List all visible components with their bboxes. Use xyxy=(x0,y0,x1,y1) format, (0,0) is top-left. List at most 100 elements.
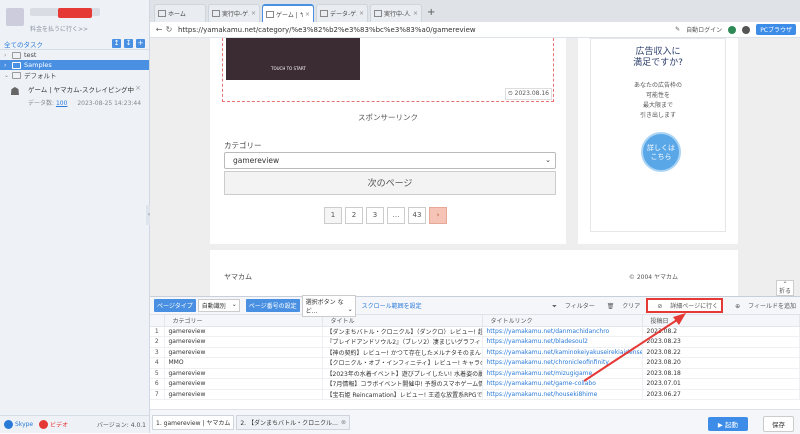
page-3[interactable]: 3 xyxy=(366,207,384,224)
cell-category[interactable]: gamereview xyxy=(164,326,323,337)
tab-running-1[interactable]: 実行中-ゲ…× xyxy=(208,4,260,22)
upload-icon[interactable]: ↥ xyxy=(112,39,121,48)
tree-item-default[interactable]: ⌄ デフォルト xyxy=(0,70,149,80)
table-row[interactable]: 7 gamereview 【宝石姫 Reincarnation】レビュー! 王道な放… xyxy=(150,389,800,400)
cell-link[interactable]: https://yamakamu.net/chronicleofinfinity xyxy=(482,357,643,369)
ad-cta-button[interactable]: 詳しくは こちら xyxy=(641,132,681,172)
reload-icon[interactable]: ↻ xyxy=(164,25,174,34)
edit-icon[interactable]: ✎ xyxy=(675,26,680,33)
extension-icon[interactable] xyxy=(728,25,737,34)
video-icon[interactable] xyxy=(39,420,49,429)
close-icon[interactable]: × xyxy=(359,10,364,17)
detail-page-button[interactable]: ⊘ 詳細ページに行く xyxy=(646,298,724,313)
chevron-right-icon[interactable]: › xyxy=(4,62,12,69)
page-tab-1[interactable]: 1. gamereview | ヤマカム xyxy=(152,414,235,430)
avatar[interactable] xyxy=(6,8,24,26)
cell-date[interactable]: 2023.08.20 xyxy=(642,357,800,369)
ad-banner[interactable]: 広告収入に 満足ですか? あなたの広告枠の 可能性を 最大限まで 引き出します … xyxy=(590,38,726,232)
all-tasks-label[interactable]: 全てのタスク xyxy=(4,39,109,49)
cell-link[interactable]: https://yamakamu.net/houseki8hime xyxy=(482,389,643,400)
cell-link[interactable]: https://yamakamu.net/kaminokeiyakuseirek… xyxy=(482,347,643,358)
tab-running-2[interactable]: 実行中-人…× xyxy=(370,4,422,22)
cell-category[interactable]: gamereview xyxy=(164,347,323,358)
next-page-button[interactable]: 次のページ xyxy=(224,171,556,195)
fold-button[interactable]: ⌃ 折る xyxy=(776,280,794,296)
column-header[interactable]: タイトル xyxy=(322,315,483,327)
table-row[interactable]: 5gamereview【2023年の水着イベント】遊びプレイしたい! 水着姿の麗… xyxy=(150,368,800,379)
tab-game[interactable]: ゲーム | ヤ…× xyxy=(262,4,314,22)
cell-category[interactable]: MMO xyxy=(164,357,323,369)
close-icon[interactable]: × xyxy=(135,84,141,92)
cell-date[interactable]: 2023.07.01 xyxy=(642,378,800,390)
page-2[interactable]: 2 xyxy=(345,207,363,224)
page-number-select[interactable]: 選択ボタン など… ⌄ xyxy=(301,294,356,317)
column-header[interactable]: タイトルリンク xyxy=(482,315,643,327)
article-thumbnail[interactable]: TOUCH TO START xyxy=(226,38,360,80)
cell-title[interactable]: 【2023年の水着イベント】遊びプレイしたい! 水着姿の麗少女が… xyxy=(322,368,483,379)
data-count-link[interactable]: 100 xyxy=(56,100,67,107)
cell-link[interactable]: https://yamakamu.net/danmachidanchro xyxy=(482,326,643,337)
tab-home[interactable]: ホーム xyxy=(154,4,206,22)
new-tab-button[interactable]: + xyxy=(427,7,435,18)
table-row[interactable]: 1gamereview【ダンまちバトル・クロニクル】（ダンクロ）レビュー! 超絶… xyxy=(150,326,800,337)
cell-category[interactable]: gamereview xyxy=(164,378,323,390)
column-header[interactable]: 投稿日 xyxy=(642,315,800,327)
pc-browser-button[interactable]: PCブラウザ xyxy=(756,24,796,35)
category-select[interactable]: gamereview ⌄ xyxy=(224,152,556,169)
auto-login-button[interactable]: 自動ログイン xyxy=(686,25,722,34)
cell-date[interactable]: 2023.08.18 xyxy=(642,368,800,379)
clear-button[interactable]: 🗑 クリア xyxy=(601,301,641,310)
filter-button[interactable]: ⏷ フィルター xyxy=(546,301,595,311)
cell-link[interactable]: https://yamakamu.net/game-collabo xyxy=(482,378,643,390)
cell-title[interactable]: 【7月情報】コラボイベント開催中! 予想のスマホゲーム情報 xyxy=(322,378,483,390)
cell-title[interactable]: 【宝石姫 Reincarnation】レビュー! 王道な放置系RPGでしっかり… xyxy=(322,389,483,400)
cell-date[interactable]: 2023.08.2 xyxy=(642,326,800,337)
close-icon[interactable]: × xyxy=(413,10,418,17)
add-icon[interactable]: + xyxy=(136,39,145,48)
skype-link[interactable]: Skype xyxy=(15,421,33,428)
cell-date[interactable]: 2023.08.23 xyxy=(642,336,800,348)
close-icon[interactable]: × xyxy=(251,10,256,17)
table-row[interactable]: 3gamereview【神の契約】レビュー! かつて存在したメルナタそのまんまで… xyxy=(150,347,800,358)
table-row[interactable]: 4MMO【クロニクル・オブ・インフィニティ】レビュー! キャラの成長…https… xyxy=(150,357,800,369)
cell-link[interactable]: https://yamakamu.net/mizugigame xyxy=(482,368,643,379)
page-number-button[interactable]: ページ番号の設定 xyxy=(245,299,300,312)
tab-data[interactable]: データ-ゲ…× xyxy=(316,4,368,22)
page-tab-2[interactable]: 2. 【ダンまちバトル・クロニクル… ⊗ xyxy=(236,414,351,430)
cell-category[interactable]: gamereview xyxy=(164,389,323,400)
plan-badge[interactable] xyxy=(58,8,92,18)
page-type-select[interactable]: 自動識別 ⌄ xyxy=(197,299,240,312)
scroll-range-link[interactable]: スクロール範囲を設定 xyxy=(362,301,422,310)
settings-icon[interactable] xyxy=(742,25,751,34)
cell-link[interactable]: https://yamakamu.net/bladesoul2 xyxy=(482,336,643,348)
url-input[interactable]: https://yamakamu.net/category/%e3%82%b2%… xyxy=(178,26,669,34)
page-next[interactable]: › xyxy=(429,207,447,224)
table-row[interactable]: 6 gamereview 【7月情報】コラボイベント開催中! 予想のスマホゲーム情報… xyxy=(150,378,800,390)
cell-title[interactable]: 【ダンまちバトル・クロニクル】（ダンクロ）レビュー! 超絶CG… xyxy=(322,326,483,337)
skype-icon[interactable] xyxy=(4,420,13,429)
chevron-right-icon[interactable]: › xyxy=(4,52,12,59)
cell-title[interactable]: 【クロニクル・オブ・インフィニティ】レビュー! キャラの成長… xyxy=(322,357,483,369)
save-button[interactable]: 保存 xyxy=(763,416,794,432)
download-icon[interactable]: ↧ xyxy=(124,39,133,48)
page-1[interactable]: 1 xyxy=(324,207,342,224)
cell-date[interactable]: 2023.08.22 xyxy=(642,347,800,358)
page-43[interactable]: 43 xyxy=(408,207,426,224)
video-link[interactable]: ビデオ xyxy=(50,420,68,429)
column-header[interactable]: カテゴリー xyxy=(164,315,323,327)
cell-category[interactable]: gamereview xyxy=(164,336,323,348)
cell-date[interactable]: 2023.06.27 xyxy=(642,389,800,400)
tree-item-samples[interactable]: › Samples xyxy=(0,60,149,70)
cell-category[interactable]: gamereview xyxy=(164,368,323,379)
tree-item-test[interactable]: › test xyxy=(0,50,149,60)
chevron-down-icon[interactable]: ⌄ xyxy=(4,72,12,79)
start-button[interactable]: ▶ 起動 xyxy=(707,417,748,431)
close-icon[interactable]: ⊗ xyxy=(341,419,346,426)
pay-link[interactable]: 料金を払うに行く>> xyxy=(30,24,88,33)
back-icon[interactable]: ← xyxy=(154,25,164,34)
page-type-button[interactable]: ページタイプ xyxy=(154,299,196,312)
task-item[interactable]: ☗ ゲーム | ヤマカム-スクレイピング中 データ数: 100 2023-08-… xyxy=(0,80,149,112)
cell-title[interactable]: 『ブレイドアンドソウル2』（ブレソ2）凄まじいグラフィックの… xyxy=(322,336,483,348)
table-row[interactable]: 2gamereview『ブレイドアンドソウル2』（ブレソ2）凄まじいグラフィック… xyxy=(150,336,800,348)
cell-title[interactable]: 【神の契約】レビュー! かつて存在したメルナタそのまんまであ… xyxy=(322,347,483,358)
